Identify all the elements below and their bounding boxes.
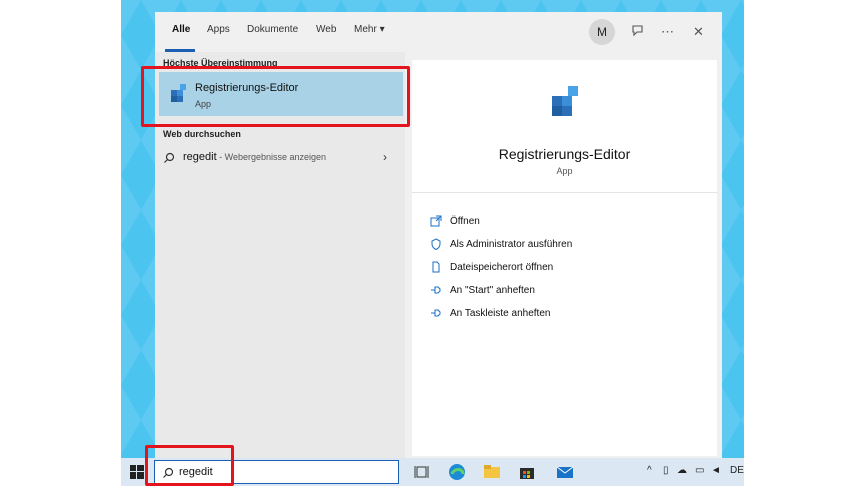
- tab-all[interactable]: Alle: [172, 24, 190, 35]
- edge-browser-icon[interactable]: [448, 463, 466, 481]
- tab-web[interactable]: Web: [316, 24, 336, 35]
- feedback-icon[interactable]: [631, 24, 645, 41]
- pin-icon: [430, 284, 442, 296]
- action-open-file-location-label: Dateispeicherort öffnen: [450, 262, 554, 273]
- network-icon[interactable]: ▭: [695, 465, 704, 476]
- file-explorer-icon[interactable]: [483, 463, 501, 481]
- web-search-text: regedit - Webergebnisse anzeigen: [183, 151, 326, 163]
- tab-documents[interactable]: Dokumente: [247, 24, 298, 35]
- task-view-icon[interactable]: [413, 463, 431, 481]
- phone-icon[interactable]: ▯: [663, 465, 669, 476]
- detail-subtitle: App: [556, 166, 573, 176]
- store-icon[interactable]: [518, 463, 536, 481]
- web-search-result[interactable]: regedit - Webergebnisse anzeigen ›: [159, 145, 403, 171]
- file-location-icon: [430, 261, 442, 273]
- tab-apps[interactable]: Apps: [207, 24, 230, 35]
- action-pin-taskbar-label: An Taskleiste anheften: [450, 308, 551, 319]
- action-pin-start-label: An "Start" anheften: [450, 285, 535, 296]
- more-options-icon[interactable]: ⋯: [661, 24, 674, 40]
- language-indicator[interactable]: DE: [730, 465, 744, 476]
- close-icon[interactable]: ✕: [693, 24, 704, 40]
- open-icon: [430, 215, 442, 227]
- chevron-down-icon: ▾: [379, 24, 385, 35]
- highlight-search-box: [145, 445, 234, 486]
- cloud-icon[interactable]: ☁: [677, 465, 687, 476]
- divider: [412, 192, 717, 193]
- pin-icon: [430, 307, 442, 319]
- search-tabs: Alle Apps Dokumente Web Mehr ▾ M ⋯ ✕: [155, 12, 722, 52]
- highlight-best-match: [141, 66, 410, 127]
- action-open-label: Öffnen: [450, 216, 480, 227]
- web-search-heading: Web durchsuchen: [163, 129, 241, 139]
- search-icon: [163, 151, 175, 169]
- registry-editor-large-icon: [546, 82, 586, 127]
- tab-more[interactable]: Mehr ▾: [354, 24, 385, 35]
- detail-pane: Registrierungs-Editor App Öffnen Als Adm…: [412, 60, 717, 456]
- tab-more-label: Mehr: [354, 24, 377, 35]
- mail-icon[interactable]: [556, 463, 574, 481]
- web-search-query: regedit: [183, 151, 217, 163]
- windows-start-icon[interactable]: [130, 465, 144, 484]
- volume-icon[interactable]: ◄: [711, 465, 721, 476]
- detail-title: Registrierungs-Editor: [498, 146, 631, 162]
- chevron-up-icon[interactable]: ^: [647, 465, 652, 476]
- chevron-right-icon: ›: [383, 150, 387, 164]
- shield-icon: [430, 238, 442, 251]
- web-search-suffix: - Webergebnisse anzeigen: [216, 152, 327, 162]
- avatar[interactable]: M: [589, 19, 615, 45]
- action-run-as-admin-label: Als Administrator ausführen: [450, 239, 573, 250]
